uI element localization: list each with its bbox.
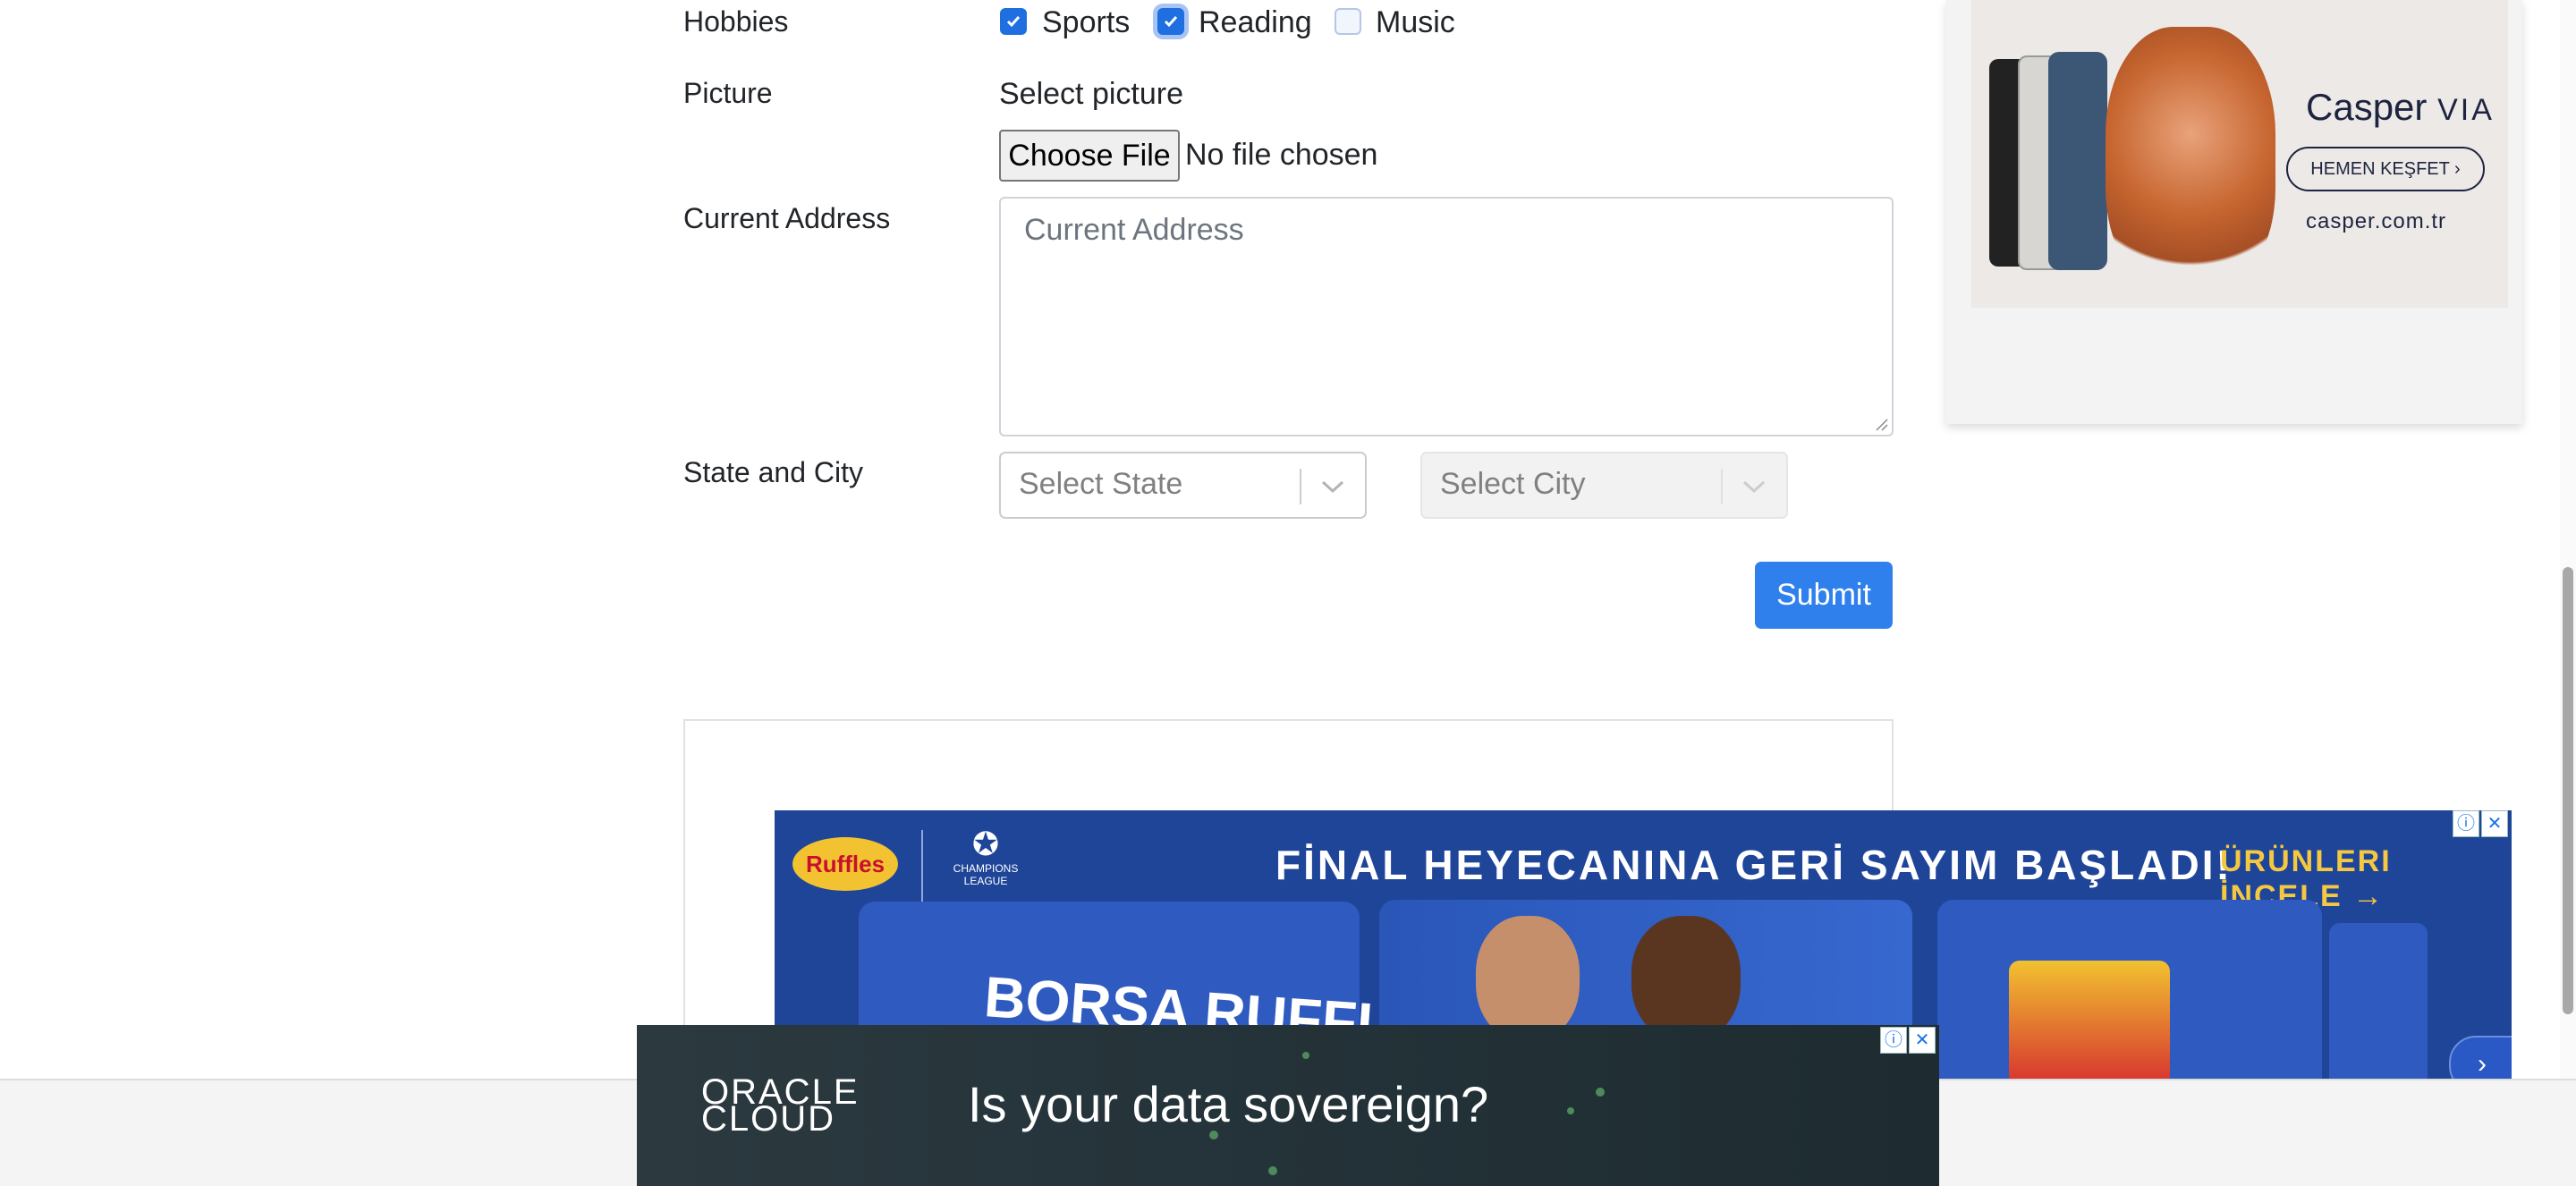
- ad-info-icon[interactable]: ⓘ: [2453, 810, 2479, 837]
- player-image: [1631, 916, 1741, 1041]
- select-separator: [1721, 469, 1723, 504]
- oracle-logo: ORACLE CLOUD: [701, 1072, 860, 1139]
- decor-dot: [1302, 1052, 1309, 1059]
- chevron-down-icon[interactable]: [1742, 479, 1766, 494]
- ruffles-logo: Ruffles: [792, 837, 898, 891]
- player-image: [1476, 916, 1580, 1041]
- banner-headline: FİNAL HEYECANINA GERİ SAYIM BAŞLADI!: [1275, 842, 2233, 888]
- hobbies-label: Hobbies: [683, 5, 789, 38]
- side-ad[interactable]: Casper VIA HEMEN KEŞFET › casper.com.tr: [1946, 0, 2522, 424]
- current-address-placeholder: Current Address: [1024, 213, 1244, 247]
- oracle-ad[interactable]: ORACLE CLOUD Is your data sovereign? ⓘ ✕: [637, 1025, 1939, 1186]
- oracle-headline: Is your data sovereign?: [968, 1076, 1489, 1132]
- side-ad-brand: Casper VIA: [2306, 86, 2495, 128]
- resize-handle-icon[interactable]: [1874, 417, 1888, 431]
- file-status-text: No file chosen: [1185, 138, 1378, 172]
- decor-dot: [1596, 1088, 1605, 1097]
- chevron-down-icon[interactable]: [1321, 479, 1344, 494]
- model-image: [2106, 27, 2275, 295]
- reading-label[interactable]: Reading: [1199, 5, 1312, 40]
- state-select[interactable]: Select State: [999, 452, 1367, 519]
- decor-dot: [1268, 1166, 1277, 1175]
- promo-card: [2329, 923, 2428, 1080]
- divider: [921, 830, 923, 902]
- choose-file-button[interactable]: Choose File: [999, 130, 1180, 182]
- submit-button[interactable]: Submit: [1755, 562, 1893, 629]
- picture-label: Picture: [683, 77, 773, 109]
- ad-info-icon[interactable]: ⓘ: [1880, 1027, 1907, 1054]
- check-icon: [1164, 16, 1178, 28]
- sports-label[interactable]: Sports: [1042, 5, 1130, 40]
- ad-close-icon[interactable]: ✕: [2481, 810, 2508, 837]
- chips-bag-image: [2009, 961, 2170, 1080]
- ad-close-icon[interactable]: ✕: [1909, 1027, 1936, 1054]
- side-ad-url: casper.com.tr: [2306, 209, 2447, 233]
- music-label[interactable]: Music: [1376, 5, 1455, 40]
- current-address-label: Current Address: [683, 202, 891, 234]
- city-select[interactable]: Select City: [1420, 452, 1788, 519]
- side-ad-cta-button[interactable]: HEMEN KEŞFET ›: [2286, 147, 2485, 191]
- reading-checkbox[interactable]: [1157, 8, 1184, 35]
- decor-dot: [1567, 1107, 1574, 1114]
- state-city-label: State and City: [683, 456, 863, 488]
- music-checkbox[interactable]: [1335, 8, 1361, 35]
- sports-checkbox[interactable]: [1000, 8, 1027, 35]
- decor-dot: [1209, 1131, 1218, 1139]
- check-icon: [1006, 16, 1021, 28]
- city-select-value: Select City: [1440, 467, 1586, 501]
- star-icon: ✪: [971, 826, 1000, 862]
- side-ad-creative[interactable]: Casper VIA HEMEN KEŞFET › casper.com.tr: [1971, 0, 2508, 308]
- select-separator: [1300, 469, 1301, 504]
- scrollbar-thumb[interactable]: [2563, 567, 2573, 1014]
- champions-league-logo: ✪ CHAMPIONS LEAGUE: [950, 826, 1021, 888]
- select-picture-label: Select picture: [999, 77, 1183, 111]
- phone-image: [2048, 52, 2107, 270]
- state-select-value: Select State: [1019, 467, 1183, 501]
- next-arrow-icon[interactable]: ›: [2449, 1036, 2512, 1080]
- current-address-textarea[interactable]: Current Address: [999, 197, 1894, 436]
